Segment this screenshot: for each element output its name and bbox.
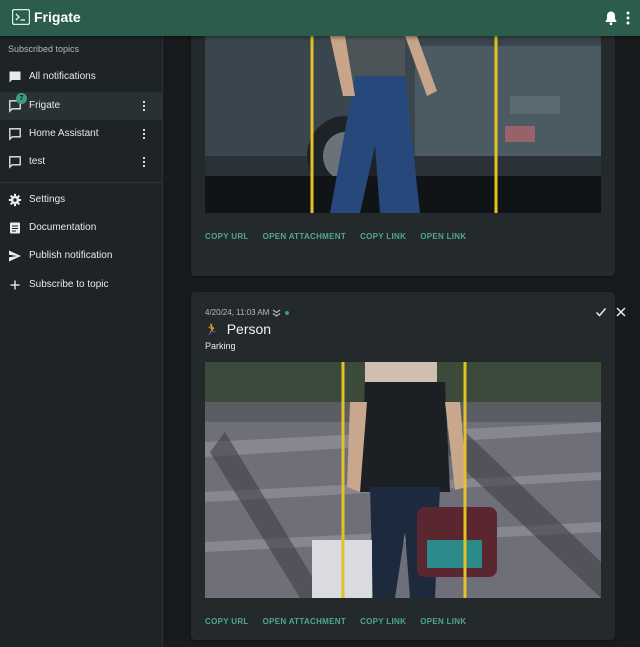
sidebar: Subscribed topics All notifications 7 Fr… [0, 36, 163, 647]
sidebar-item-label: test [29, 156, 46, 167]
sidebar-item-label: Frigate [29, 100, 61, 111]
notification-meta: 4/20/24, 11:03 AM [205, 308, 290, 317]
plus-icon [10, 280, 20, 290]
sidebar-item-label: Publish notification [29, 250, 113, 261]
notification-timestamp: 4/20/24, 11:03 AM [205, 308, 270, 317]
more-vert-icon[interactable] [141, 156, 147, 168]
open-link-button[interactable]: OPEN LINK [420, 617, 466, 626]
copy-url-button[interactable]: COPY URL [205, 617, 249, 626]
sidebar-item-label: All notifications [29, 71, 96, 82]
card-actions: COPY URL OPEN ATTACHMENT COPY LINK OPEN … [205, 232, 480, 241]
sidebar-item-home-assistant[interactable]: Home Assistant [0, 120, 162, 148]
card-actions: COPY URL OPEN ATTACHMENT COPY LINK OPEN … [205, 617, 480, 626]
open-attachment-button[interactable]: OPEN ATTACHMENT [263, 617, 346, 626]
notification-title-text: Person [226, 321, 272, 337]
attachment-image[interactable] [205, 362, 601, 598]
more-vert-icon[interactable] [141, 100, 147, 112]
sidebar-item-test[interactable]: test [0, 148, 162, 176]
sidebar-item-label: Subscribe to topic [29, 279, 109, 290]
sidebar-item-subscribe[interactable]: Subscribe to topic [0, 271, 162, 299]
sidebar-item-settings[interactable]: Settings [0, 186, 162, 214]
copy-link-button[interactable]: COPY LINK [360, 232, 406, 241]
notification-list: COPY URL OPEN ATTACHMENT COPY LINK OPEN … [163, 36, 640, 647]
sidebar-item-documentation[interactable]: Documentation [0, 214, 162, 242]
sidebar-item-all-notifications[interactable]: All notifications [0, 63, 162, 91]
sidebar-item-frigate[interactable]: 7 Frigate [0, 92, 162, 120]
copy-url-button[interactable]: COPY URL [205, 232, 249, 241]
more-vert-icon[interactable] [624, 10, 632, 26]
app-title: Frigate [34, 9, 81, 25]
chat-outline-icon [9, 156, 21, 169]
gear-icon [8, 193, 22, 207]
unread-badge: 7 [16, 93, 27, 104]
new-indicator-dot [285, 310, 290, 315]
sidebar-item-label: Documentation [29, 222, 97, 233]
sidebar-item-publish-notification[interactable]: Publish notification [0, 242, 162, 270]
send-icon [9, 250, 21, 262]
notification-title: 🏃 Person [205, 321, 271, 337]
sidebar-heading: Subscribed topics [8, 44, 80, 54]
sidebar-item-label: Home Assistant [29, 128, 99, 139]
chat-outline-icon [9, 128, 21, 141]
open-attachment-button[interactable]: OPEN ATTACHMENT [263, 232, 346, 241]
sidebar-divider [0, 182, 162, 183]
app-bar: Frigate [0, 0, 640, 36]
chat-icon [9, 71, 21, 83]
document-icon [10, 222, 20, 234]
terminal-logo-icon [12, 9, 30, 25]
running-person-icon: 🏃 [205, 323, 219, 336]
open-link-button[interactable]: OPEN LINK [420, 232, 466, 241]
priority-low-icon [272, 309, 281, 317]
notification-message: Parking [205, 341, 236, 351]
notification-card: 4/20/24, 11:03 AM 🏃 Person Parking COPY … [191, 292, 626, 640]
check-icon[interactable] [595, 306, 607, 318]
close-icon[interactable] [615, 306, 627, 318]
notification-card: COPY URL OPEN ATTACHMENT COPY LINK OPEN … [191, 36, 615, 276]
more-vert-icon[interactable] [141, 128, 147, 140]
copy-link-button[interactable]: COPY LINK [360, 617, 406, 626]
attachment-image[interactable] [205, 36, 601, 213]
bell-icon[interactable] [603, 10, 619, 26]
sidebar-item-label: Settings [29, 194, 66, 205]
